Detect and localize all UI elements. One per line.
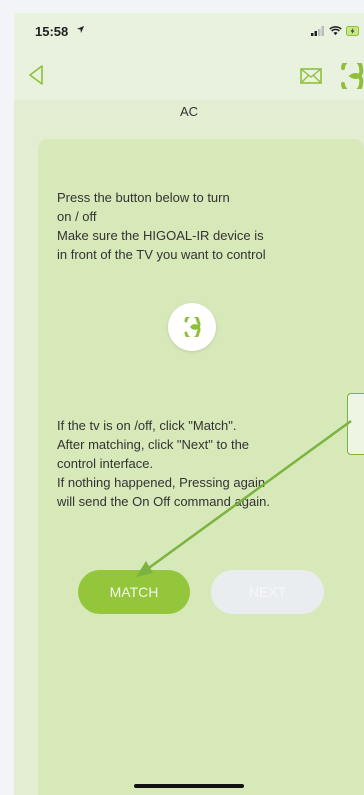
annotation-arrow xyxy=(136,419,352,577)
home-indicator xyxy=(134,784,244,788)
